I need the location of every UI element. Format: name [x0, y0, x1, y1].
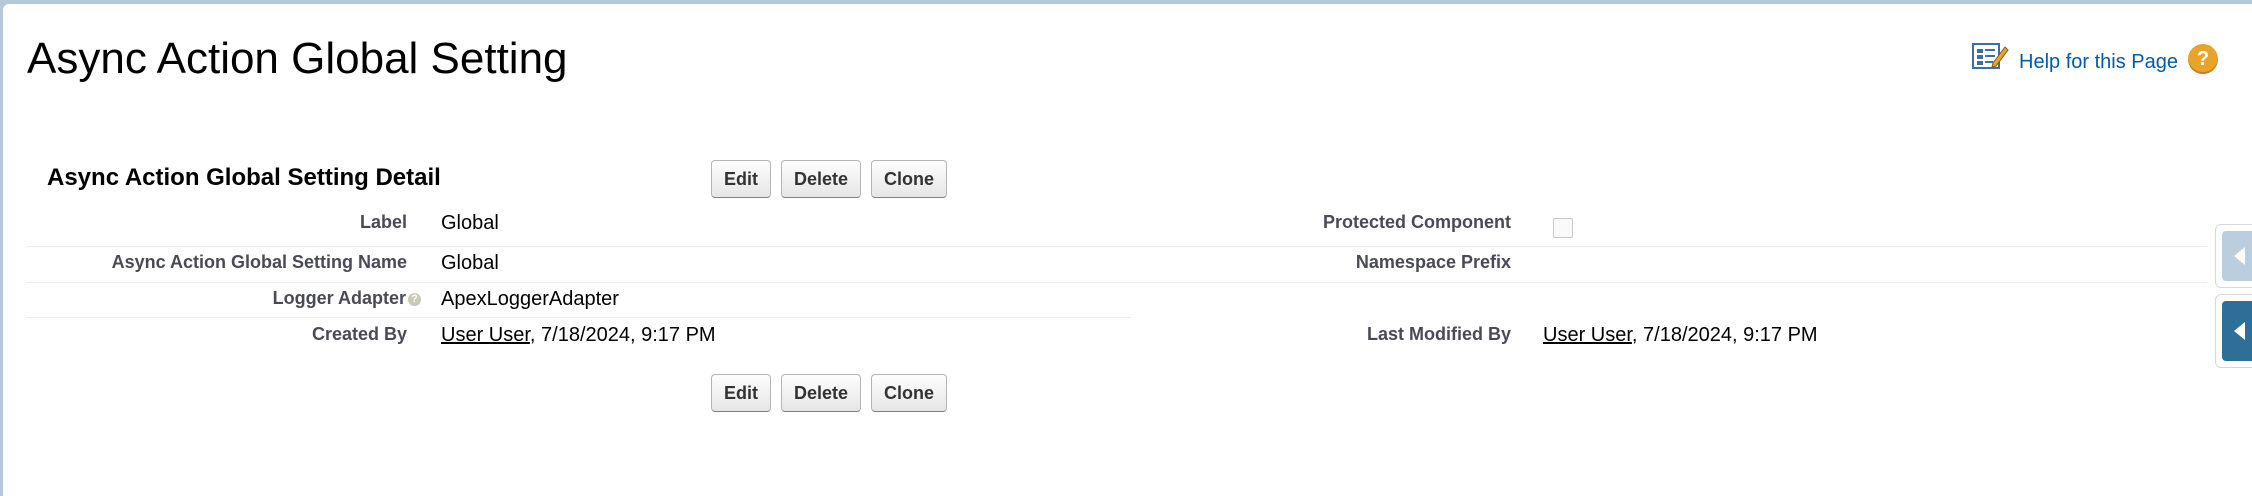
sidebar-expand-tab[interactable] [2215, 294, 2252, 368]
created-by-value: User User, 7/18/2024, 9:17 PM [441, 324, 716, 347]
created-by-date: , 7/18/2024, 9:17 PM [529, 324, 716, 346]
help-for-page-link[interactable]: Help for this Page [2019, 51, 2178, 74]
sidebar-tab-inner [2222, 231, 2252, 281]
logger-adapter-label-text: Logger Adapter [272, 288, 406, 308]
bottom-button-row: Edit Delete Clone [711, 374, 948, 412]
page-title: Async Action Global Setting [27, 34, 568, 83]
help-document-icon [1971, 41, 2009, 73]
logger-adapter-value: ApexLoggerAdapter [441, 288, 619, 310]
last-modified-user-link[interactable]: User User [1543, 324, 1632, 346]
help-question-icon[interactable]: ? [2188, 44, 2218, 74]
page-container: Async Action Global Setting Help for thi… [3, 4, 2252, 496]
created-by-label: Created By [311, 324, 407, 344]
clone-button-bottom[interactable]: Clone [871, 374, 948, 412]
row-divider [27, 282, 2207, 283]
chevron-left-icon [2234, 247, 2245, 265]
name-field-value: Global [441, 252, 499, 274]
protected-component-checkbox[interactable] [1553, 218, 1573, 238]
delete-button-bottom[interactable]: Delete [781, 374, 862, 412]
label-field-label: Label [359, 212, 407, 232]
last-modified-date: , 7/18/2024, 9:17 PM [1631, 324, 1818, 346]
edit-button[interactable]: Edit [711, 160, 771, 198]
logger-adapter-label: Logger Adapter? [27, 288, 421, 309]
sidebar-collapse-tab[interactable] [2215, 224, 2252, 288]
edit-button-bottom[interactable]: Edit [711, 374, 771, 412]
clone-button[interactable]: Clone [871, 160, 948, 198]
detail-section-title: Async Action Global Setting Detail [47, 164, 441, 191]
namespace-prefix-label: Namespace Prefix [1355, 252, 1511, 272]
label-field-value: Global [441, 212, 499, 234]
info-icon[interactable]: ? [408, 292, 421, 306]
protected-component-label: Protected Component [1322, 212, 1511, 232]
chevron-left-icon [2234, 322, 2245, 340]
created-by-user-link[interactable]: User User [441, 324, 530, 346]
row-divider [27, 246, 2207, 247]
last-modified-by-value: User User, 7/18/2024, 9:17 PM [1543, 324, 1818, 347]
row-divider [27, 317, 1131, 318]
sidebar-tab-inner-active [2222, 301, 2252, 361]
top-button-row: Edit Delete Clone [711, 160, 948, 198]
delete-button[interactable]: Delete [781, 160, 862, 198]
name-field-label: Async Action Global Setting Name [111, 252, 407, 272]
last-modified-by-label: Last Modified By [1366, 324, 1511, 344]
help-area: Help for this Page ? [1971, 40, 2218, 74]
